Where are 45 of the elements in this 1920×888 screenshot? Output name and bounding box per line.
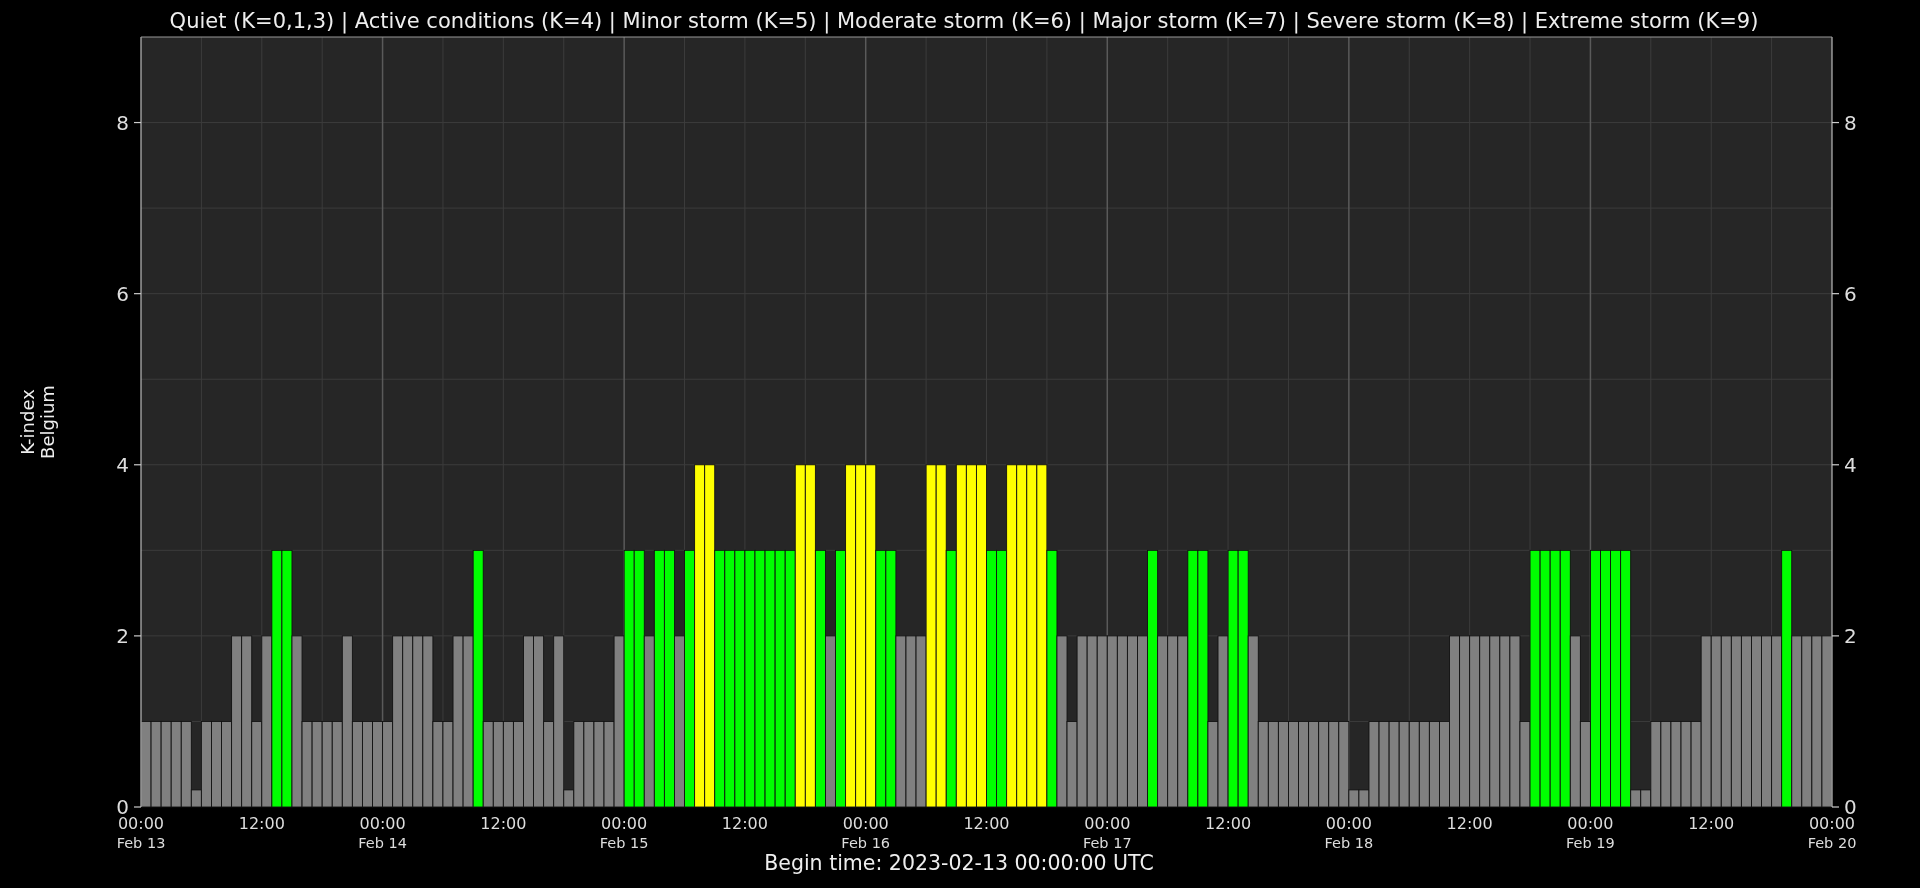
x-tick-label: 12:00 bbox=[721, 814, 768, 833]
x-tick-label: Feb 19 bbox=[1566, 835, 1615, 851]
y-axis-label: K-index bbox=[17, 389, 38, 455]
right-axis-tick-label: 6 bbox=[1844, 281, 1857, 306]
y-tick-label: 6 bbox=[116, 281, 129, 306]
tick-mark bbox=[1831, 464, 1840, 466]
x-tick-label: 12:00 bbox=[1205, 814, 1252, 833]
x-tick-label: Feb 13 bbox=[116, 835, 166, 851]
x-tick-label: 00:00 bbox=[842, 814, 889, 833]
tick-mark bbox=[1831, 806, 1840, 808]
x-tick-label: 12:00 bbox=[963, 814, 1010, 833]
x-tick-label: Feb 18 bbox=[1324, 835, 1374, 851]
tick-mark bbox=[133, 293, 142, 295]
x-tick-label: 12:00 bbox=[480, 814, 527, 833]
x-tick-label: 12:00 bbox=[238, 814, 285, 833]
x-tick-label: Feb 16 bbox=[841, 835, 891, 851]
x-tick-label: 00:00 bbox=[1084, 814, 1131, 833]
x-tick-label: 00:00 bbox=[1567, 814, 1614, 833]
x-tick-label: Feb 15 bbox=[599, 835, 649, 851]
y-axis-label: Belgium bbox=[37, 385, 58, 459]
y-tick-label: 2 bbox=[116, 623, 129, 648]
x-tick-label: 00:00 bbox=[117, 814, 165, 833]
right-axis-tick-label: 2 bbox=[1844, 623, 1857, 648]
x-tick-label: Feb 14 bbox=[358, 835, 407, 851]
tick-mark bbox=[133, 806, 142, 808]
y-tick-label: 8 bbox=[116, 110, 129, 135]
chart-title: Quiet (K=0,1,3) | Active conditions (K=4) | Minor storm (K=5) | Moderate storm (K=6) | Major storm (K=7) | Severe storm (K=8) | Extreme storm (K=9) bbox=[169, 9, 1759, 33]
right-axis-tick-label: 8 bbox=[1844, 110, 1857, 135]
tick-mark bbox=[1831, 121, 1840, 124]
x-tick-label: 12:00 bbox=[1446, 814, 1493, 833]
x-tick-label: 00:00 bbox=[601, 814, 648, 833]
x-tick-label: 00:00 bbox=[1325, 814, 1372, 833]
x-tick-label: Feb 17 bbox=[1082, 835, 1132, 851]
tick-mark bbox=[133, 635, 142, 637]
x-tick-label: Feb 20 bbox=[1807, 835, 1857, 851]
tick-mark bbox=[1831, 293, 1840, 295]
tick-mark bbox=[133, 464, 142, 466]
tick-mark bbox=[1831, 635, 1840, 637]
x-axis-label: Begin time: 2023-02-13 00:00:00 UTC bbox=[764, 851, 1154, 875]
x-tick-label: 12:00 bbox=[1688, 814, 1735, 833]
y-tick-label: 4 bbox=[116, 452, 129, 477]
x-tick-label: 00:00 bbox=[1808, 814, 1856, 833]
tick-mark bbox=[133, 121, 142, 124]
x-tick-label: 00:00 bbox=[359, 814, 406, 833]
right-axis-tick-label: 4 bbox=[1844, 452, 1857, 477]
